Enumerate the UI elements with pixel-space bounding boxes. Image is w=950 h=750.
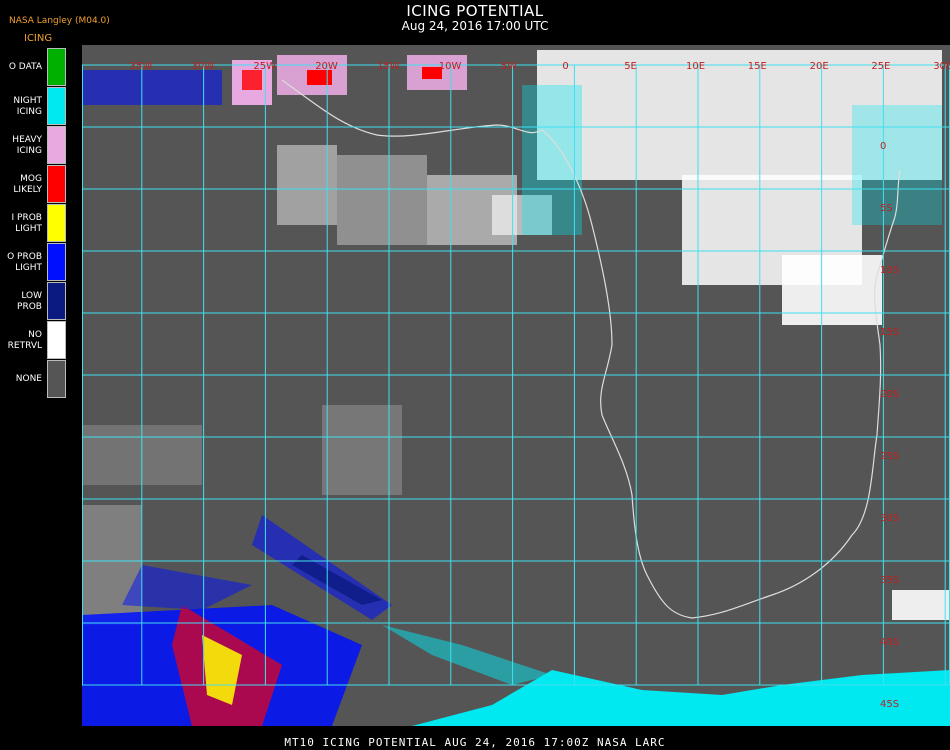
icing-region <box>307 70 332 85</box>
legend-item: O PROB LIGHT <box>0 243 66 282</box>
legend-swatch <box>47 87 66 125</box>
latitude-label: 15S <box>880 327 899 338</box>
longitude-label: 0 <box>562 61 568 72</box>
icing-region <box>242 70 262 90</box>
icing-region <box>82 70 222 105</box>
brand-label: NASA Langley (M04.0) <box>9 16 110 26</box>
cloud-region <box>277 145 337 225</box>
footer-caption: MT10 ICING POTENTIAL AUG 24, 2016 17:00Z… <box>284 736 666 749</box>
cloud-layer <box>82 50 950 726</box>
latitude-label: 25S <box>880 451 899 462</box>
legend-item: NIGHT ICING <box>0 87 66 126</box>
legend-swatch <box>47 282 66 320</box>
legend-label: MOG LIKELY <box>13 173 42 195</box>
legend-item: NO RETRVL <box>0 321 66 360</box>
longitude-label: 20W <box>315 61 338 72</box>
legend-item: I PROB LIGHT <box>0 204 66 243</box>
legend-swatch <box>47 165 66 203</box>
legend-swatch <box>47 48 66 86</box>
latitude-label: 45S <box>880 699 899 710</box>
legend-label: NONE <box>15 374 42 384</box>
latitude-label: 10S <box>880 265 899 276</box>
longitude-label: 5E <box>624 61 637 72</box>
map-canvas: 35W 30W 25W 20W 15W 10W 5W 0 5E 10E 15E 20E 25E 30E 0 5… <box>82 50 950 726</box>
legend-label: O PROB LIGHT <box>7 251 42 273</box>
longitude-label: 30E <box>933 61 950 72</box>
longitude-label: 35W <box>130 61 153 72</box>
legend-item: O DATA <box>0 48 66 87</box>
longitude-label: 15W <box>377 61 400 72</box>
longitude-label: 10E <box>686 61 705 72</box>
longitude-label: 20E <box>810 61 829 72</box>
legend-item: LOW PROB <box>0 282 66 321</box>
legend-label: NIGHT ICING <box>13 95 42 117</box>
cloud-region <box>782 255 882 325</box>
legend-swatch <box>47 360 66 398</box>
legend-item: HEAVY ICING <box>0 126 66 165</box>
page-subtitle: Aug 24, 2016 17:00 UTC <box>401 19 549 33</box>
cloud-region <box>322 405 402 495</box>
legend-label: I PROB LIGHT <box>11 212 42 234</box>
legend-item: MOG LIKELY <box>0 165 66 204</box>
longitude-label: 25E <box>871 61 890 72</box>
legend: O DATA NIGHT ICING HEAVY ICING MOG LIKEL… <box>0 48 66 399</box>
legend-swatch <box>47 126 66 164</box>
legend-swatch <box>47 204 66 242</box>
longitude-label: 15E <box>748 61 767 72</box>
latitude-label: 20S <box>880 389 899 400</box>
legend-label: O DATA <box>8 62 42 72</box>
latitude-label: 5S <box>880 203 893 214</box>
legend-label: HEAVY ICING <box>12 134 42 156</box>
latitude-label: 30S <box>880 513 899 524</box>
page-title: ICING POTENTIAL <box>406 2 544 20</box>
night-icing-region <box>382 625 552 685</box>
longitude-label: 10W <box>439 61 462 72</box>
longitude-label: 25W <box>253 61 276 72</box>
cloud-region <box>82 505 142 625</box>
night-icing-region <box>522 85 582 235</box>
legend-label: LOW PROB <box>17 290 42 312</box>
legend-label: NO RETRVL <box>7 329 42 351</box>
longitude-label: 5W <box>501 61 517 72</box>
icing-map: 35W 30W 25W 20W 15W 10W 5W 0 5E 10E 15E 20E 25E 30E 0 5… <box>82 45 950 726</box>
legend-swatch <box>47 321 66 359</box>
latitude-label: 40S <box>880 637 899 648</box>
latitude-label: 0 <box>880 141 886 152</box>
night-icing-region <box>412 670 950 726</box>
latitude-label: 35S <box>880 575 899 586</box>
legend-swatch <box>47 243 66 281</box>
legend-title: ICING <box>24 33 53 44</box>
legend-item: NONE <box>0 360 66 399</box>
longitude-label: 30W <box>192 61 215 72</box>
cloud-region <box>892 590 950 620</box>
cloud-region <box>337 155 427 245</box>
